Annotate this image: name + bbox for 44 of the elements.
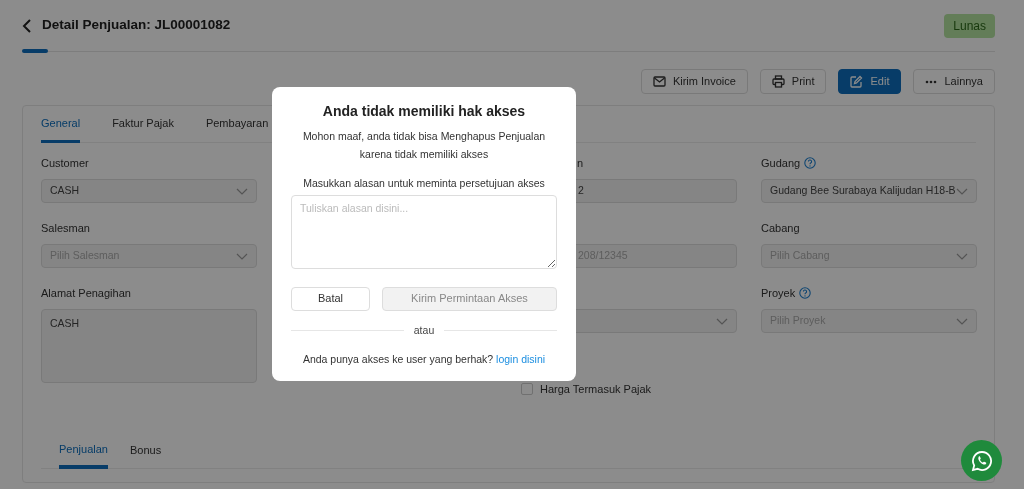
field-label: n xyxy=(577,156,584,171)
checkbox-label: Harga Termasuk Pajak xyxy=(540,382,652,397)
chevron-down-icon xyxy=(956,187,968,195)
tab[interactable]: Pembayaran xyxy=(205,114,269,143)
edit-button[interactable]: Edit xyxy=(838,69,902,94)
chevron-down-icon xyxy=(236,187,248,195)
chat-button[interactable] xyxy=(961,440,1002,481)
select-field[interactable]: Gudang Bee Surabaya Kalijudan H18-B xyxy=(761,179,977,203)
field-label: Alamat Penagihan xyxy=(41,286,131,301)
chevron-down-icon xyxy=(716,317,728,325)
tab[interactable]: Faktur Pajak xyxy=(112,114,174,143)
textarea-field[interactable]: CASH xyxy=(41,309,257,383)
login-link[interactable]: login disini xyxy=(496,353,546,366)
field-label: Proyek xyxy=(761,286,796,301)
send-invoice-button[interactable]: Kirim Invoice xyxy=(640,69,748,94)
whatsapp-icon xyxy=(970,449,993,472)
chevron-down-icon xyxy=(956,252,968,260)
reason-field[interactable]: Tuliskan alasan disini... xyxy=(291,194,557,269)
printer-icon xyxy=(771,75,785,88)
dialog-message: Mohon maaf, anda tidak bisa Menghapus Penjualan karena tidak memiliki akses xyxy=(301,128,547,162)
dialog-title: Anda tidak memiliki hak akses xyxy=(321,103,527,120)
mail-icon xyxy=(652,76,666,87)
checkbox[interactable] xyxy=(521,383,533,396)
field-label: Cabang xyxy=(761,221,800,236)
tab[interactable]: Penjualan xyxy=(59,441,108,469)
more-button[interactable]: Lainnya xyxy=(913,69,995,94)
active-indicator xyxy=(22,49,48,53)
divider-text: atau xyxy=(413,322,435,338)
print-button[interactable]: Print xyxy=(759,69,827,94)
field-label: Salesman xyxy=(41,221,90,236)
chevron-down-icon xyxy=(956,317,968,325)
cancel-button[interactable]: Batal xyxy=(291,286,370,311)
field-label: Gudang xyxy=(761,156,801,171)
chevron-down-icon xyxy=(236,252,248,260)
back-button[interactable] xyxy=(22,18,32,33)
status-badge: Lunas xyxy=(944,13,995,38)
tab[interactable]: General xyxy=(41,114,81,143)
page-title: Detail Penjualan: JL00001082 xyxy=(42,16,231,35)
select-field[interactable]: CASH xyxy=(41,179,257,203)
edit-icon xyxy=(850,75,864,88)
tab[interactable]: Bonus xyxy=(129,441,162,469)
field-label: Customer xyxy=(41,156,89,171)
more-icon xyxy=(925,79,938,84)
footer-text: Anda punya akses ke user yang berhak? xyxy=(302,353,495,366)
